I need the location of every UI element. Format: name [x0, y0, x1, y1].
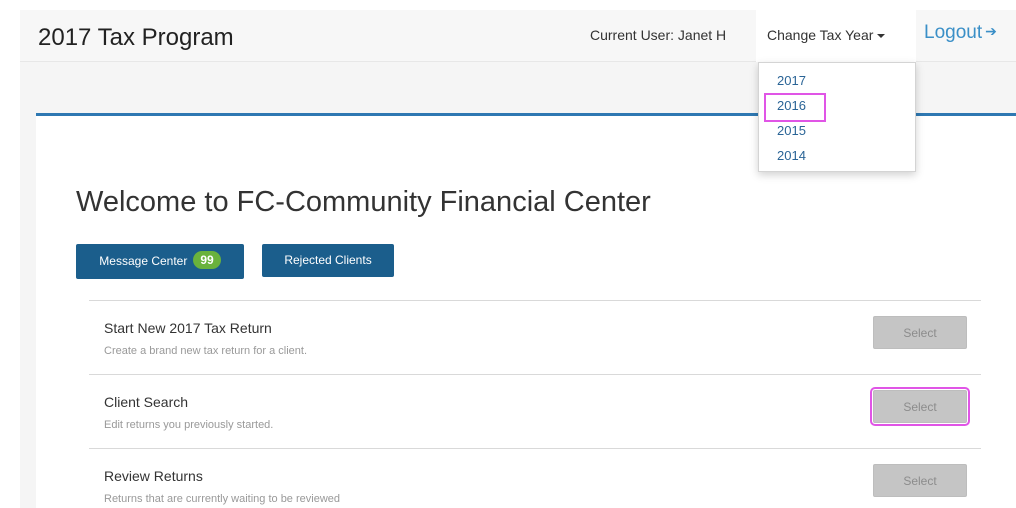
message-count-badge: 99	[193, 251, 221, 269]
year-option-2015[interactable]: 2015	[759, 118, 915, 143]
year-option-2014[interactable]: 2014	[759, 143, 915, 168]
app-title: 2017 Tax Program	[38, 24, 234, 51]
option-title: Review Returns	[104, 468, 203, 484]
message-center-label: Message Center	[99, 254, 188, 268]
list-item: Start New 2017 Tax Return Create a brand…	[89, 300, 981, 374]
option-description: Returns that are currently waiting to be…	[104, 493, 341, 505]
app-window: 2017 Tax Program Current User: Janet H C…	[20, 10, 1016, 508]
change-tax-year-label: Change Tax Year	[767, 27, 874, 43]
select-button[interactable]: Select	[873, 464, 967, 497]
year-option-2016[interactable]: 2016	[759, 93, 915, 122]
logout-link[interactable]: Logout ➔	[924, 22, 997, 44]
list-item: Client Search Edit returns you previousl…	[89, 374, 981, 448]
select-button[interactable]: Select	[873, 316, 967, 349]
sign-out-icon: ➔	[985, 23, 997, 39]
option-description: Edit returns you previously started.	[104, 419, 274, 431]
change-tax-year-dropdown[interactable]: Change Tax Year	[756, 10, 916, 62]
top-navbar: 2017 Tax Program Current User: Janet H C…	[20, 10, 1016, 62]
logout-label: Logout	[924, 22, 983, 43]
option-description: Create a brand new tax return for a clie…	[104, 345, 307, 357]
tax-year-menu: 2017 2016 2015 2014	[758, 62, 916, 172]
current-user-label: Current User: Janet H	[590, 27, 727, 43]
main-panel: Welcome to FC-Community Financial Center…	[36, 113, 1016, 508]
select-button[interactable]: Select	[870, 387, 970, 426]
caret-down-icon	[877, 34, 886, 39]
list-item: Review Returns Returns that are currentl…	[89, 448, 981, 508]
rejected-clients-button[interactable]: Rejected Clients	[262, 244, 394, 277]
message-center-button[interactable]: Message Center 99	[76, 244, 244, 279]
option-title: Client Search	[104, 394, 189, 410]
options-list: Start New 2017 Tax Return Create a brand…	[89, 300, 981, 508]
year-option-2017[interactable]: 2017	[759, 68, 915, 93]
page-title: Welcome to FC-Community Financial Center	[76, 186, 651, 218]
option-title: Start New 2017 Tax Return	[104, 320, 272, 336]
